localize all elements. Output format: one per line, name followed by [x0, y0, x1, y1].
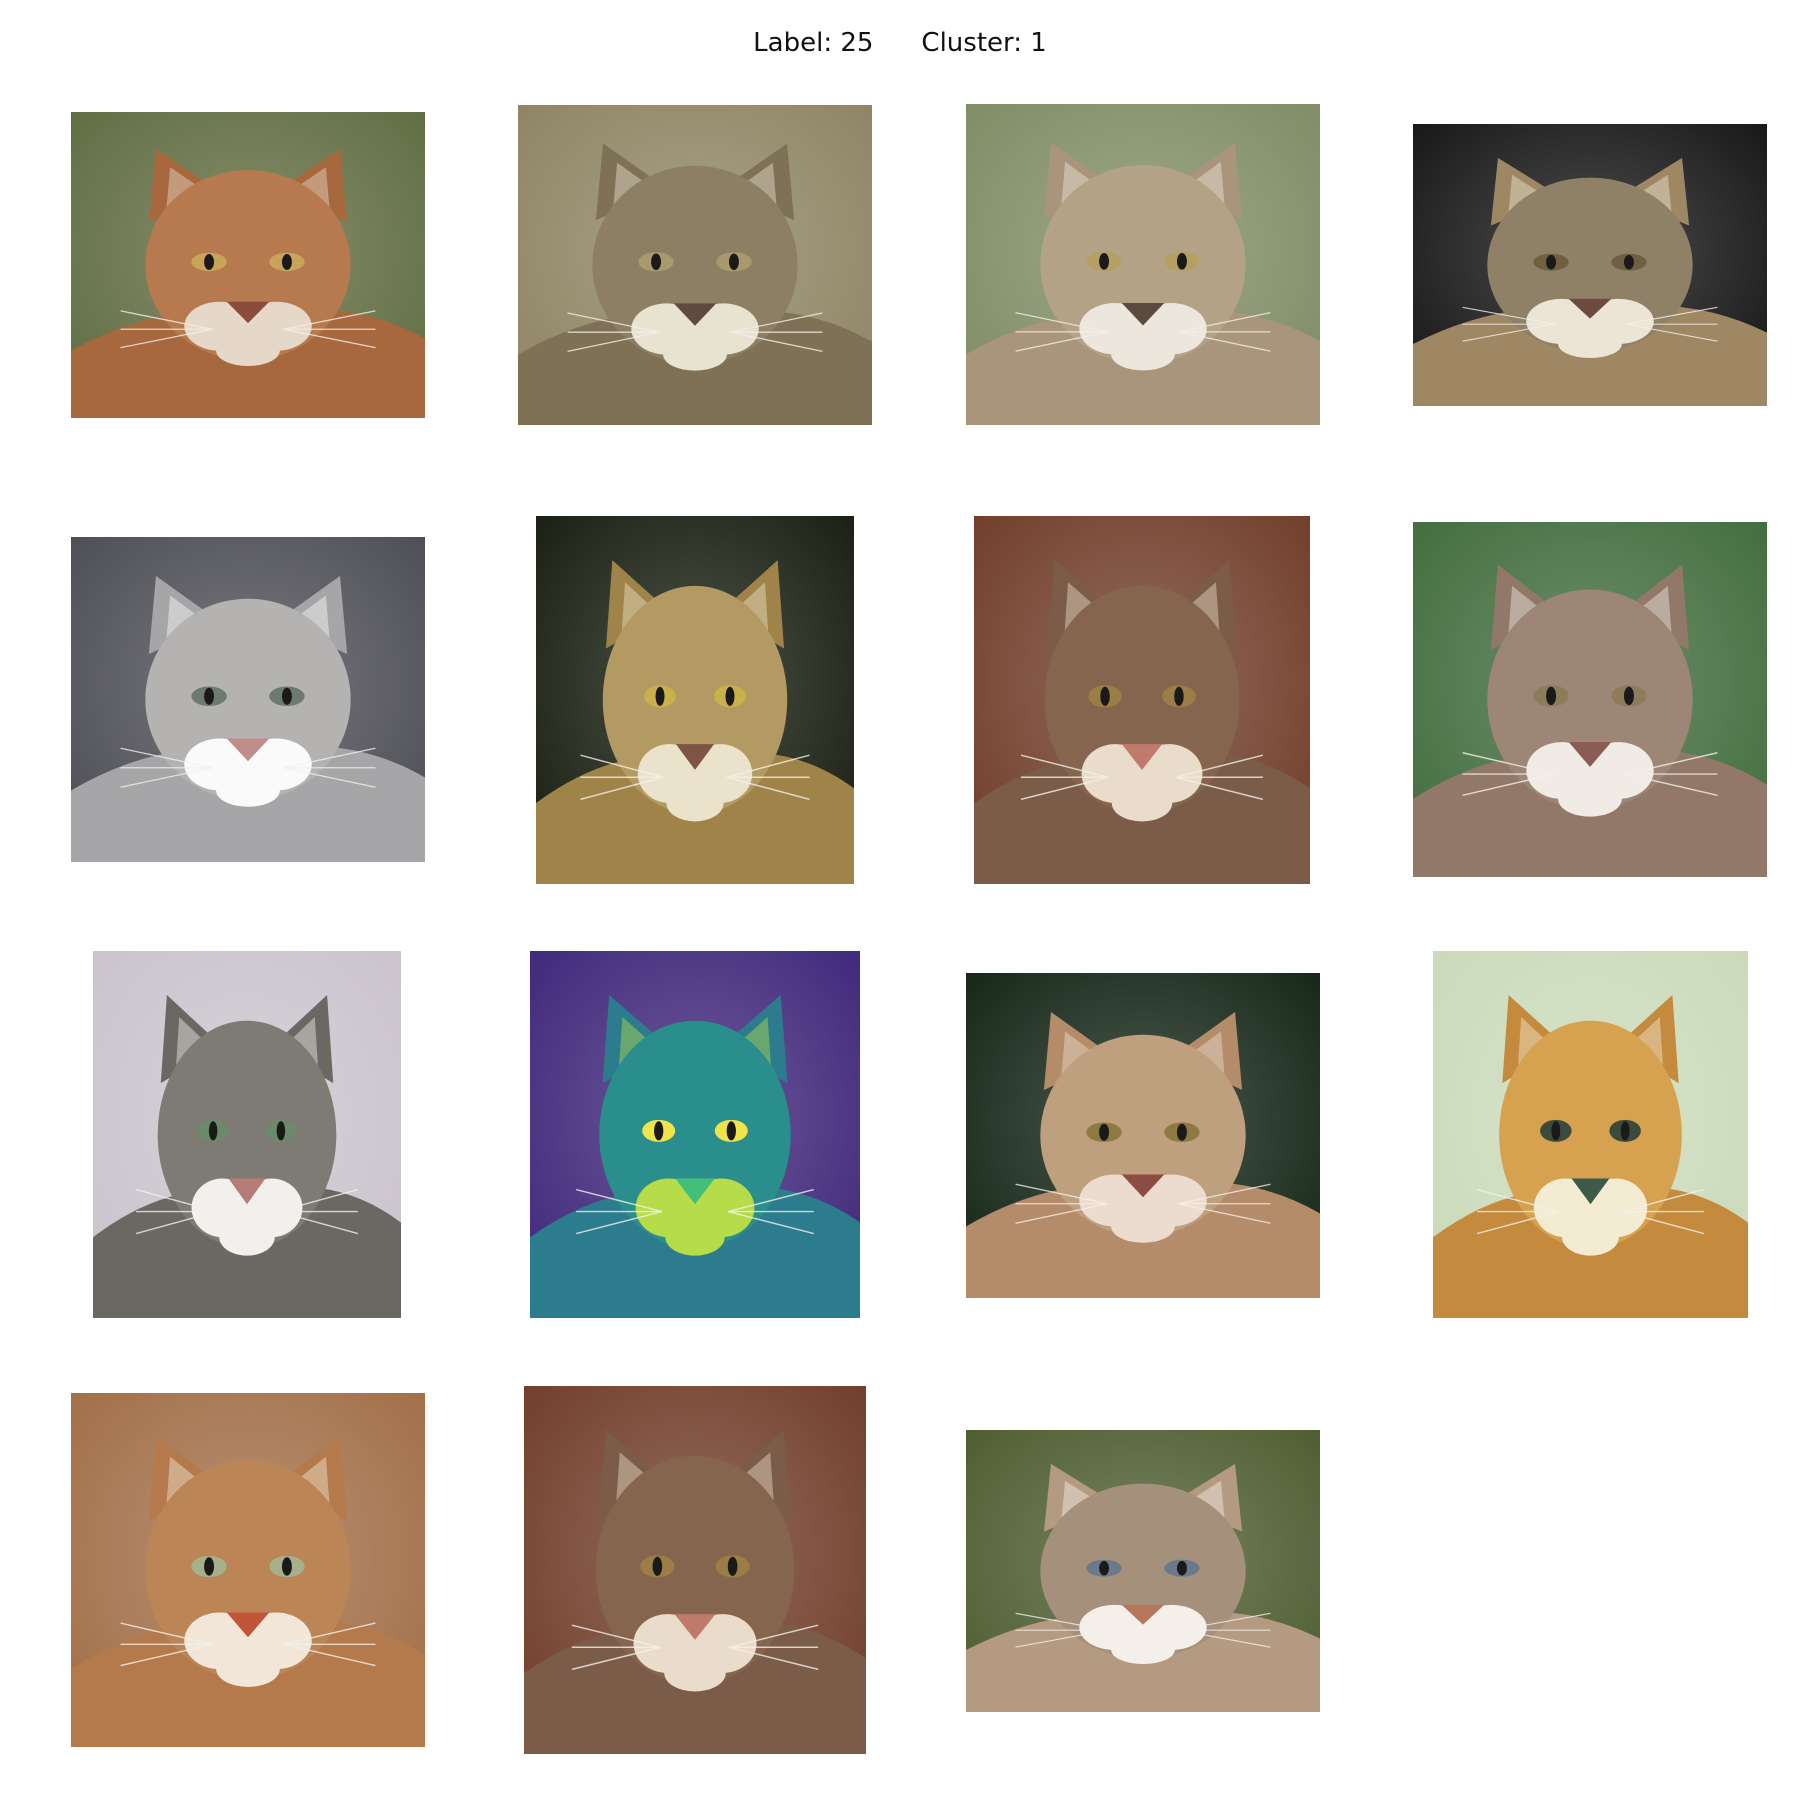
cougar-photo-drawing [966, 104, 1320, 425]
cougar-photo-drawing [71, 1393, 425, 1747]
cougar-photo-drawing [1413, 522, 1767, 877]
cougar-photo-14 [524, 1386, 866, 1754]
label-text: Label: 25 [753, 28, 874, 58]
cougar-photo-drawing [71, 537, 425, 862]
cougar-photo-4 [1413, 124, 1767, 406]
cougar-photo-drawing [530, 951, 860, 1318]
cluster-text: Cluster: 1 [921, 28, 1047, 58]
cougar-photo-11 [966, 973, 1320, 1298]
cougar-photo-3 [966, 104, 1320, 425]
cougar-photo-drawing [966, 1430, 1320, 1712]
cougar-photo-15 [966, 1430, 1320, 1712]
cougar-photo-drawing [536, 516, 854, 884]
cougar-photo-12 [1433, 951, 1748, 1318]
cougar-photo-drawing [1433, 951, 1748, 1318]
cougar-photo-drawing [966, 973, 1320, 1298]
cougar-photo-1 [71, 112, 425, 418]
cougar-photo-8 [1413, 522, 1767, 877]
cougar-photo-13 [71, 1393, 425, 1747]
cougar-photo-drawing [518, 105, 872, 425]
cougar-photo-9 [93, 951, 401, 1318]
cougar-photo-drawing [93, 951, 401, 1318]
figure-title: Label: 25 Cluster: 1 [0, 28, 1800, 58]
cougar-photo-6 [536, 516, 854, 884]
cougar-photo-7 [974, 516, 1310, 884]
cougar-photo-drawing [974, 516, 1310, 884]
cougar-photo-drawing [524, 1386, 866, 1754]
cougar-photo-drawing [71, 112, 425, 418]
cougar-photo-10 [530, 951, 860, 1318]
cougar-photo-5 [71, 537, 425, 862]
cougar-photo-2 [518, 105, 872, 425]
cougar-photo-drawing [1413, 124, 1767, 406]
